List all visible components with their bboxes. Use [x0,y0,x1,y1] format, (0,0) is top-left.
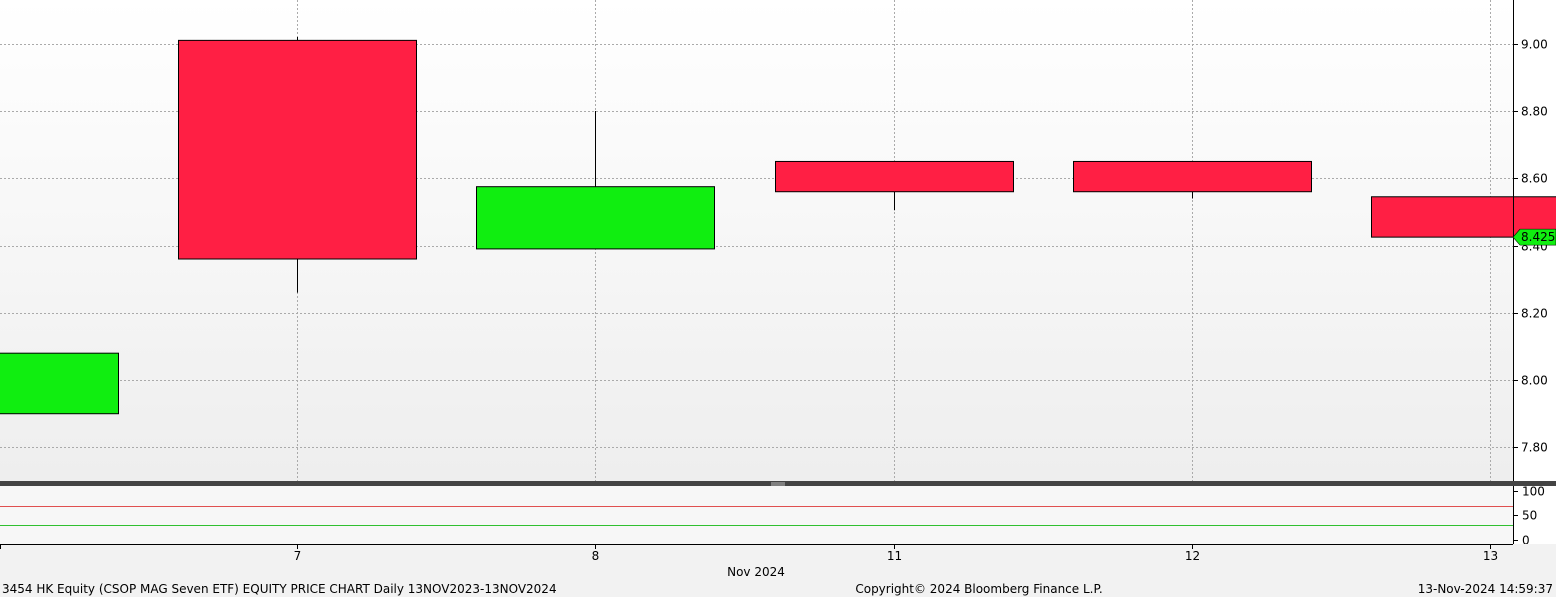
price-chart: 7.808.008.208.408.608.809.00 8.425 05010… [0,0,1556,597]
last-price-label: 8.425 [1521,230,1555,244]
indicator-plot-background [0,486,1513,544]
price-tick-label: 8.00 [1521,374,1548,388]
x-axis-label: Nov 2024 [727,565,785,579]
price-panel: 7.808.008.208.408.608.809.00 8.425 [0,0,1556,481]
x-tick-label: 7 [294,549,302,563]
indicator-tick-label: 100 [1522,485,1545,499]
panel-divider[interactable] [0,481,1556,486]
footer-description: 3454 HK Equity (CSOP MAG Seven ETF) EQUI… [2,582,557,596]
x-tick-label: 12 [1185,549,1200,563]
price-tick-label: 8.60 [1521,172,1548,186]
footer-timestamp: 13-Nov-2024 14:59:37 [1418,582,1553,596]
candle-body [0,352,119,415]
price-axis-ticks: 7.808.008.208.408.608.809.00 [1513,38,1548,455]
x-tick-label: 13 [1483,549,1498,563]
price-tick-label: 7.80 [1521,441,1548,455]
candle-body [476,186,715,250]
x-tick-label: 8 [592,549,600,563]
last-price-marker: 8.425 [1512,228,1556,246]
price-tick-label: 9.00 [1521,38,1548,52]
indicator-tick-label: 50 [1522,509,1537,523]
price-tick-label: 8.20 [1521,307,1548,321]
price-tick-label: 8.80 [1521,105,1548,119]
candle [178,37,417,293]
footer-copyright: Copyright© 2024 Bloomberg Finance L.P. [855,582,1102,596]
indicator-panel: 050100 [0,485,1545,548]
candle-body [775,160,1014,193]
indicator-axis-ticks: 050100 [1513,485,1545,548]
candle-body [1073,160,1312,193]
candle-body [178,39,417,260]
x-tick-label: 11 [887,549,902,563]
